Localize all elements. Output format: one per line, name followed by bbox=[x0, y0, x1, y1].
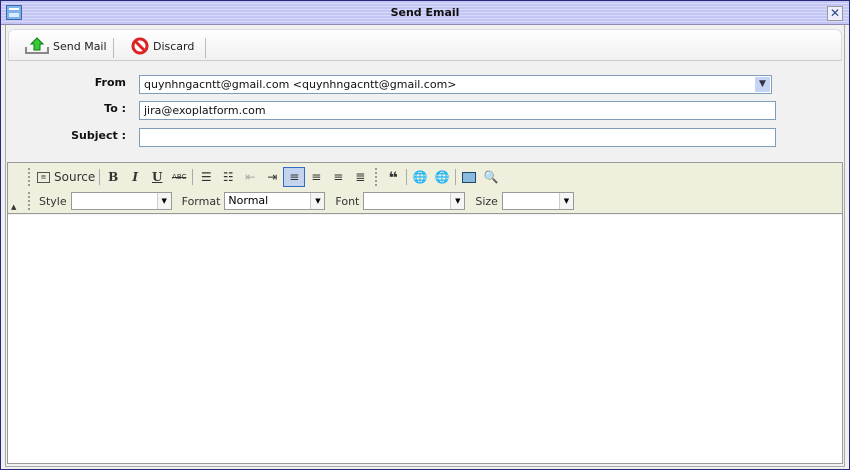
preview-icon[interactable]: 🔍 bbox=[480, 167, 502, 187]
align-center-icon[interactable]: ≡ bbox=[305, 167, 327, 187]
chevron-down-icon[interactable]: ▼ bbox=[310, 193, 325, 209]
separator bbox=[113, 38, 114, 58]
discard-button[interactable]: Discard bbox=[131, 36, 194, 56]
font-select[interactable]: ▼ bbox=[363, 192, 466, 210]
source-icon: ≡ bbox=[37, 171, 50, 183]
collapse-toolbar-icon[interactable]: ▲ bbox=[11, 203, 16, 211]
chevron-down-icon[interactable]: ▼ bbox=[156, 193, 171, 209]
source-button[interactable]: ≡ Source bbox=[35, 167, 97, 187]
to-input[interactable]: jira@exoplatform.com bbox=[139, 101, 776, 120]
discard-icon bbox=[131, 37, 149, 55]
action-toolbar: Send Mail Discard bbox=[8, 29, 842, 61]
send-mail-button[interactable]: Send Mail bbox=[25, 36, 107, 56]
font-label: Font bbox=[335, 194, 360, 208]
editor-toolbar: ≡ Source B I U ABC ☰ ☷ ⇤ ⇥ ≡ ≡ ≡ ≣ ❝ 🌐 🌐… bbox=[8, 163, 842, 214]
bullet-list-icon[interactable]: ☷ bbox=[217, 167, 239, 187]
source-label: Source bbox=[54, 170, 96, 184]
from-value: quynhngacntt@gmail.com <quynhngacntt@gma… bbox=[144, 78, 457, 91]
subject-label: Subject : bbox=[71, 129, 126, 142]
send-mail-label: Send Mail bbox=[53, 39, 107, 53]
chevron-down-icon[interactable]: ▼ bbox=[450, 193, 465, 209]
format-label: Format bbox=[181, 194, 221, 208]
to-label: To : bbox=[104, 102, 126, 115]
size-label: Size bbox=[475, 194, 498, 208]
indent-icon[interactable]: ⇥ bbox=[261, 167, 283, 187]
outdent-icon[interactable]: ⇤ bbox=[239, 167, 261, 187]
bold-button[interactable]: B bbox=[102, 167, 124, 187]
send-upload-icon bbox=[25, 37, 49, 54]
chevron-down-icon[interactable]: ▼ bbox=[755, 77, 770, 92]
strike-button[interactable]: ABC bbox=[168, 167, 190, 187]
editor-body[interactable] bbox=[8, 215, 842, 463]
toolbar-grip[interactable] bbox=[28, 168, 31, 186]
from-label: From bbox=[94, 76, 126, 89]
style-select[interactable]: ▼ bbox=[70, 192, 172, 210]
format-select[interactable]: Normal ▼ bbox=[224, 192, 326, 210]
align-right-icon[interactable]: ≡ bbox=[327, 167, 349, 187]
image-icon[interactable] bbox=[458, 167, 480, 187]
discard-label: Discard bbox=[153, 39, 195, 53]
window-title: Send Email bbox=[390, 6, 460, 19]
chevron-down-icon[interactable]: ▼ bbox=[558, 193, 573, 209]
format-value: Normal bbox=[228, 194, 269, 207]
numbered-list-icon[interactable]: ☰ bbox=[195, 167, 217, 187]
underline-button[interactable]: U bbox=[146, 167, 168, 187]
subject-input[interactable] bbox=[139, 128, 776, 147]
title-bar[interactable]: Send Email ✕ bbox=[1, 1, 849, 25]
from-select[interactable]: quynhngacntt@gmail.com <quynhngacntt@gma… bbox=[139, 75, 772, 94]
send-email-window: Send Email ✕ Send Mail Discard From quyn… bbox=[0, 0, 850, 470]
align-left-icon[interactable]: ≡ bbox=[283, 167, 306, 187]
justify-icon[interactable]: ≣ bbox=[349, 167, 371, 187]
link-icon[interactable]: 🌐 bbox=[409, 167, 431, 187]
size-select[interactable]: ▼ bbox=[501, 192, 574, 210]
rich-text-editor: ≡ Source B I U ABC ☰ ☷ ⇤ ⇥ ≡ ≡ ≡ ≣ ❝ 🌐 🌐… bbox=[7, 162, 843, 464]
close-button[interactable]: ✕ bbox=[827, 6, 843, 21]
blockquote-icon[interactable]: ❝ bbox=[382, 167, 404, 187]
separator bbox=[205, 38, 206, 58]
italic-button[interactable]: I bbox=[124, 167, 146, 187]
style-label: Style bbox=[39, 194, 67, 208]
unlink-icon[interactable]: 🌐 bbox=[431, 167, 453, 187]
